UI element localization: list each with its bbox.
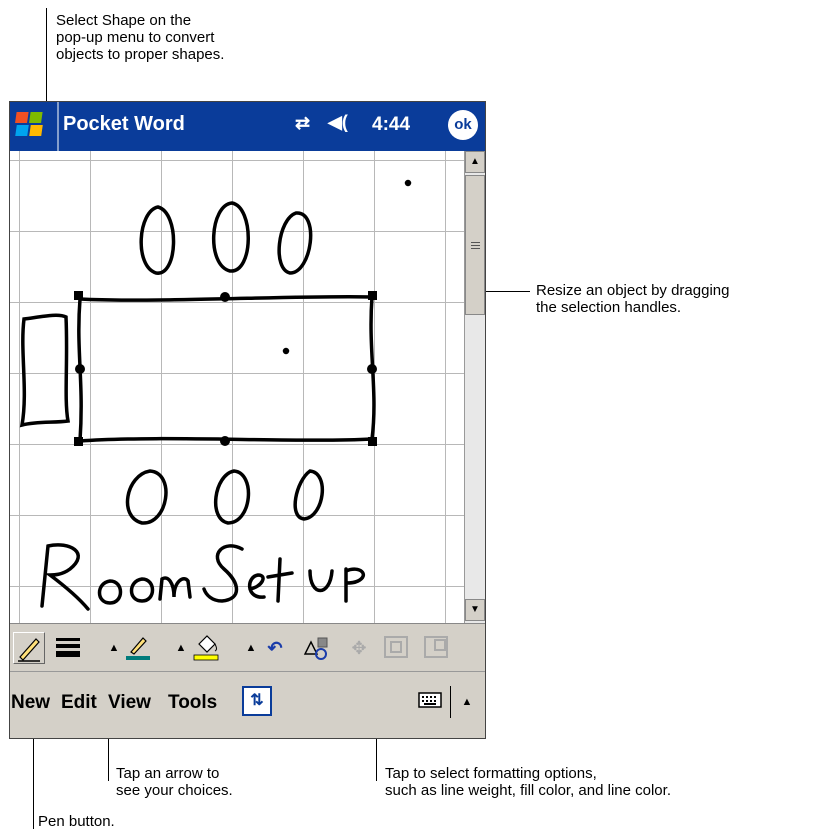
line-weight-button[interactable] (52, 632, 84, 664)
ink-chair (211, 201, 250, 273)
scroll-up-button[interactable]: ▲ (465, 151, 485, 173)
selection-handle (220, 292, 230, 302)
ink-handwriting-o (97, 579, 123, 605)
ok-button[interactable]: ok (448, 110, 478, 140)
selection-handles[interactable] (74, 291, 377, 446)
menu-new[interactable]: New (11, 692, 50, 714)
vertical-scrollbar[interactable]: ▲ ▼ (464, 151, 485, 623)
arrow-callout: Tap an arrow to see your choices. (116, 765, 233, 799)
menu-bar: New Edit View Tools ⇅ ▲ (10, 671, 485, 738)
line-color-dropdown-arrow[interactable]: ▲ (175, 634, 187, 662)
ink-dot (282, 347, 290, 355)
toggle-mode-button[interactable]: ⇅ (242, 686, 272, 716)
input-panel-button[interactable] (418, 688, 442, 712)
input-panel-arrow[interactable]: ▲ (458, 688, 476, 716)
fill-color-dropdown-arrow[interactable]: ▲ (245, 634, 257, 662)
scroll-thumb[interactable] (465, 175, 485, 315)
scroll-down-button[interactable]: ▼ (465, 599, 485, 621)
pen-icon (18, 638, 40, 662)
ink-handwriting-P (344, 567, 365, 603)
ink-chair (213, 469, 251, 525)
ink-dot (404, 179, 412, 187)
shape-callout: Select Shape on the pop-up menu to conve… (56, 12, 225, 63)
ink-chair (277, 211, 313, 275)
format-button[interactable] (300, 632, 334, 664)
ungroup-icon (424, 636, 448, 658)
title-bar: Pocket Word ⇄ ◀︎( 4:44 ok (10, 102, 485, 151)
drawing-canvas[interactable] (10, 151, 464, 623)
selection-handle (368, 291, 377, 300)
selection-handle (367, 364, 377, 374)
ink-chair (293, 469, 325, 521)
ink-table (77, 294, 376, 443)
connectivity-icon[interactable]: ⇄ (295, 113, 310, 134)
start-button[interactable] (10, 102, 60, 151)
selection-handle (220, 436, 230, 446)
pen-button[interactable] (13, 632, 45, 664)
selection-handle (75, 364, 85, 374)
selection-handle (74, 291, 83, 300)
clock[interactable]: 4:44 (372, 114, 410, 136)
group-button[interactable] (380, 632, 414, 664)
format-callout: Tap to select formatting options, such a… (385, 765, 671, 799)
ink-handwriting-e (248, 573, 266, 599)
fill-color-icon (193, 635, 219, 661)
ink-handwriting-U (308, 569, 334, 593)
windows-start-icon (15, 102, 59, 151)
undo-button[interactable]: ↶ (262, 632, 288, 664)
undo-icon: ↶ (267, 638, 283, 658)
ink-drawing (19, 179, 412, 611)
ink-chair (139, 205, 176, 275)
menu-tools[interactable]: Tools (168, 692, 217, 714)
fill-color-button[interactable] (190, 632, 222, 664)
line-weight-icon (56, 638, 80, 657)
menu-view[interactable]: View (108, 692, 151, 714)
ink-handwriting-S (202, 544, 244, 603)
group-icon (384, 636, 408, 658)
ungroup-button[interactable] (420, 632, 454, 664)
line-color-button[interactable] (122, 632, 154, 664)
selection-handle (368, 437, 377, 446)
pocket-pc-screen: Pocket Word ⇄ ◀︎( 4:44 ok ▲ ▼ ▲ ▲ ▲ ↶ ✥ … (9, 101, 486, 739)
ink-chair (125, 469, 168, 525)
resize-callout: Resize an object by dragging the selecti… (536, 282, 730, 316)
align-icon: ✥ (351, 638, 367, 658)
app-title: Pocket Word (63, 113, 185, 135)
ink-handwriting-m (158, 576, 192, 601)
toggle-mode-icon: ⇅ (250, 692, 264, 709)
shape-format-icon (303, 637, 328, 660)
selection-handle (74, 437, 83, 446)
ink-handwriting-t (266, 557, 294, 603)
drawing-toolbar: ▲ ▲ ▲ ↶ ✥ (10, 623, 485, 671)
line-color-icon (126, 637, 150, 660)
pen-callout: Pen button. (38, 813, 115, 830)
align-button[interactable]: ✥ (345, 632, 373, 664)
speaker-icon[interactable]: ◀︎( (328, 112, 348, 133)
menu-edit[interactable]: Edit (61, 692, 97, 714)
ink-side-rectangle (19, 313, 71, 428)
keyboard-icon (418, 692, 442, 708)
ink-handwriting-o (129, 577, 155, 603)
line-weight-dropdown-arrow[interactable]: ▲ (108, 634, 120, 662)
ink-handwriting-R (40, 543, 90, 611)
